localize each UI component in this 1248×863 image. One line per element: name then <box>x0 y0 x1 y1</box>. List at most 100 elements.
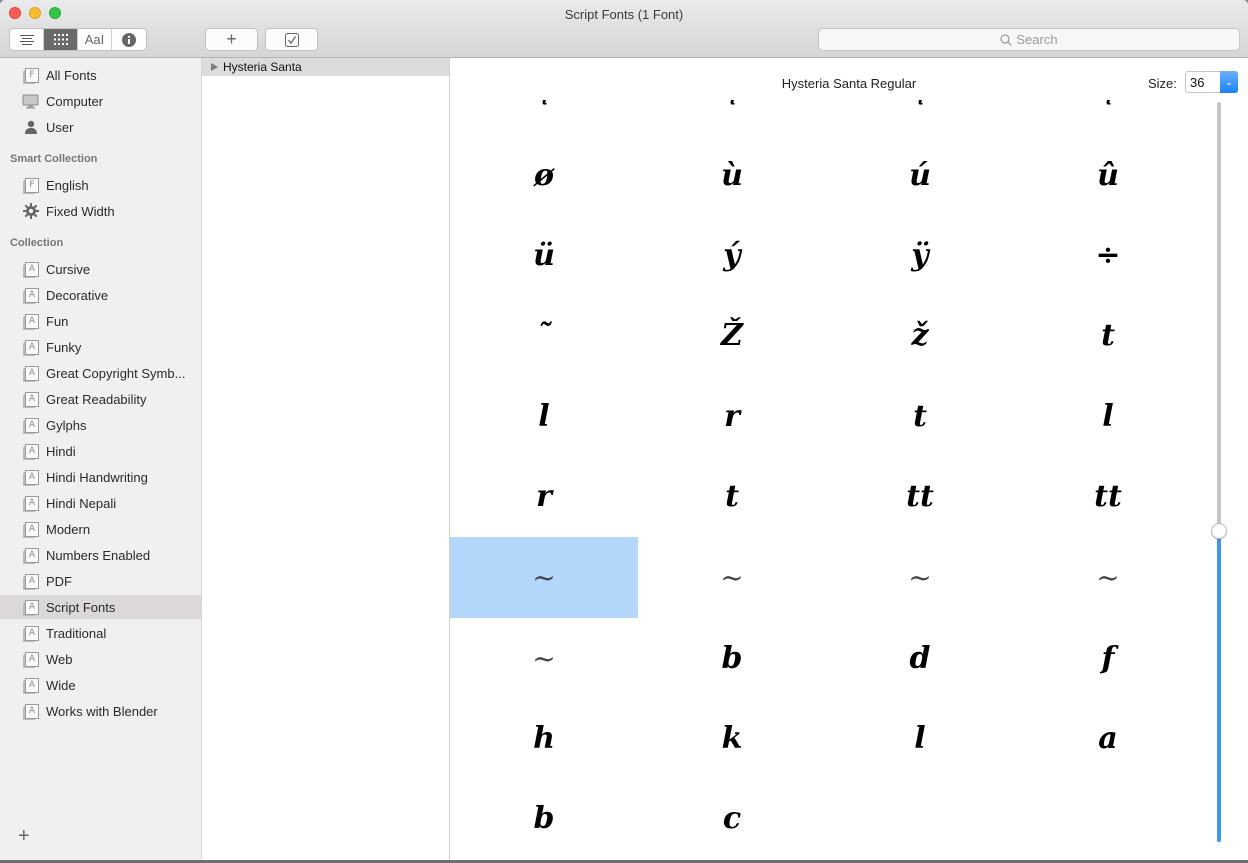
glyph-cell[interactable]: ͺ <box>826 88 1014 129</box>
sidebar-item-fixed-width[interactable]: Fixed Width <box>0 199 201 223</box>
sidebar-item-english[interactable]: F English <box>0 173 201 197</box>
glyph: tt <box>1094 479 1122 514</box>
disclosure-triangle-icon[interactable] <box>211 63 218 71</box>
sidebar-item-collection[interactable]: A Fun <box>0 309 201 333</box>
glyph: ~ <box>532 642 556 675</box>
glyph: ý <box>723 238 741 273</box>
glyph: h <box>533 721 555 756</box>
glyph-cell[interactable]: tt <box>1014 456 1200 537</box>
sidebar-item-user[interactable]: User <box>0 115 201 139</box>
glyph-cell[interactable]: c <box>638 778 826 859</box>
glyph-cell[interactable] <box>1014 778 1200 859</box>
font-family-row[interactable]: Hysteria Santa <box>202 58 449 76</box>
sidebar-item-collection[interactable]: A Decorative <box>0 283 201 307</box>
glyph-cell[interactable]: f <box>1014 618 1200 699</box>
glyph: ÿ <box>911 238 929 273</box>
glyph: r <box>536 479 552 514</box>
sidebar-item-collection[interactable]: A Hindi Handwriting <box>0 465 201 489</box>
info-view-button[interactable] <box>112 29 146 50</box>
sidebar-item-collection[interactable]: A Hindi Nepali <box>0 491 201 515</box>
collection-icon: A <box>22 703 39 719</box>
collection-icon: A <box>22 391 39 407</box>
glyph: t <box>913 399 927 434</box>
sidebar-item-collection[interactable]: A Great Readability <box>0 387 201 411</box>
sidebar-item-label: Wide <box>46 677 76 693</box>
search-field[interactable]: Search <box>818 28 1240 51</box>
glyph: c <box>722 801 742 836</box>
sidebar-item-label: Traditional <box>46 625 107 641</box>
collection-icon: A <box>22 677 39 693</box>
validate-font-button[interactable] <box>265 28 318 51</box>
sidebar-item-collection[interactable]: A Works with Blender <box>0 699 201 723</box>
sample-text-view-button[interactable]: AaI <box>78 29 112 50</box>
glyph-cell[interactable]: ~ <box>638 537 826 618</box>
glyph-cell[interactable]: ͺ <box>638 88 826 129</box>
sidebar-item-collection[interactable]: A Web <box>0 647 201 671</box>
size-slider-thumb[interactable] <box>1211 523 1227 540</box>
collection-icon: A <box>22 599 39 615</box>
sidebar-item-collection[interactable]: A Gylphs <box>0 413 201 437</box>
sidebar-item-collection[interactable]: A Traditional <box>0 621 201 645</box>
glyph-cell[interactable]: t <box>826 376 1014 457</box>
sidebar-item-collection[interactable]: A Modern <box>0 517 201 541</box>
glyph-cell[interactable]: b <box>450 778 638 859</box>
glyph: Ž <box>721 318 743 353</box>
glyph-cell[interactable]: ~ <box>1014 537 1200 618</box>
glyph-cell[interactable]: ú <box>826 135 1014 216</box>
glyph-cell[interactable]: l <box>826 698 1014 779</box>
glyph-cell[interactable]: ͺ <box>1014 88 1200 129</box>
glyph: ͺ <box>1100 88 1116 106</box>
sidebar-item-collection[interactable]: A Great Copyright Symb... <box>0 361 201 385</box>
glyph-cell[interactable] <box>826 778 1014 859</box>
sidebar-item-collection[interactable]: A Numbers Enabled <box>0 543 201 567</box>
glyph-cell[interactable]: ü <box>450 215 638 296</box>
glyph-cell[interactable]: ~ <box>826 537 1014 618</box>
add-font-button[interactable]: + <box>205 28 258 51</box>
glyph-cell[interactable]: ù <box>638 135 826 216</box>
glyph-cell[interactable]: ~ <box>450 618 638 699</box>
sidebar-item-collection[interactable]: A Funky <box>0 335 201 359</box>
glyph-cell[interactable]: r <box>450 456 638 537</box>
collection-icon: A <box>22 469 39 485</box>
sidebar-item-all-fonts[interactable]: F All Fonts <box>0 63 201 87</box>
glyph: ~ <box>1096 561 1120 594</box>
sidebar-item-collection[interactable]: A Wide <box>0 673 201 697</box>
glyph: ù <box>721 158 743 193</box>
glyph-cell[interactable]: r <box>638 376 826 457</box>
add-collection-button[interactable]: + <box>18 825 30 848</box>
sidebar-item-label: Hindi <box>46 443 76 459</box>
glyph-cell[interactable]: l <box>1014 376 1200 457</box>
sidebar-item-collection[interactable]: A Hindi <box>0 439 201 463</box>
glyph-cell[interactable]: ž <box>826 295 1014 376</box>
glyph: a <box>1098 721 1118 756</box>
glyph-cell[interactable]: ý <box>638 215 826 296</box>
sidebar-item-collection[interactable]: A PDF <box>0 569 201 593</box>
info-icon <box>122 32 136 47</box>
grid-view-button[interactable] <box>44 29 78 50</box>
glyph-cell[interactable]: h <box>450 698 638 779</box>
glyph-cell[interactable]: ø <box>450 135 638 216</box>
list-view-button[interactable] <box>10 29 44 50</box>
glyph-cell[interactable]: t <box>638 456 826 537</box>
glyph: l <box>1102 399 1114 434</box>
glyph-cell[interactable]: t <box>1014 295 1200 376</box>
glyph-cell[interactable]: a <box>1014 698 1200 779</box>
glyph-cell[interactable]: ÷ <box>1014 215 1200 296</box>
glyph-cell[interactable]: û <box>1014 135 1200 216</box>
sidebar-item-computer[interactable]: Computer <box>0 89 201 113</box>
glyph-cell[interactable]: d <box>826 618 1014 699</box>
glyph-cell[interactable]: ˜ <box>450 295 638 376</box>
sidebar-item-collection[interactable]: A Cursive <box>0 257 201 281</box>
glyph-cell[interactable]: Ž <box>638 295 826 376</box>
glyph-cell[interactable]: ~ <box>450 537 638 618</box>
glyph-cell[interactable]: b <box>638 618 826 699</box>
glyph-cell[interactable]: ÿ <box>826 215 1014 296</box>
checkbox-check-icon <box>284 32 299 47</box>
glyph-cell[interactable]: k <box>638 698 826 779</box>
sidebar-item-collection[interactable]: A Script Fonts <box>0 595 201 619</box>
glyph-cell[interactable]: tt <box>826 456 1014 537</box>
glyph-cell[interactable]: ͺ <box>450 88 638 129</box>
glyph-cell[interactable]: l <box>450 376 638 457</box>
sidebar-item-label: All Fonts <box>46 67 97 83</box>
chevron-down-icon[interactable]: ⌄ <box>1220 71 1238 93</box>
